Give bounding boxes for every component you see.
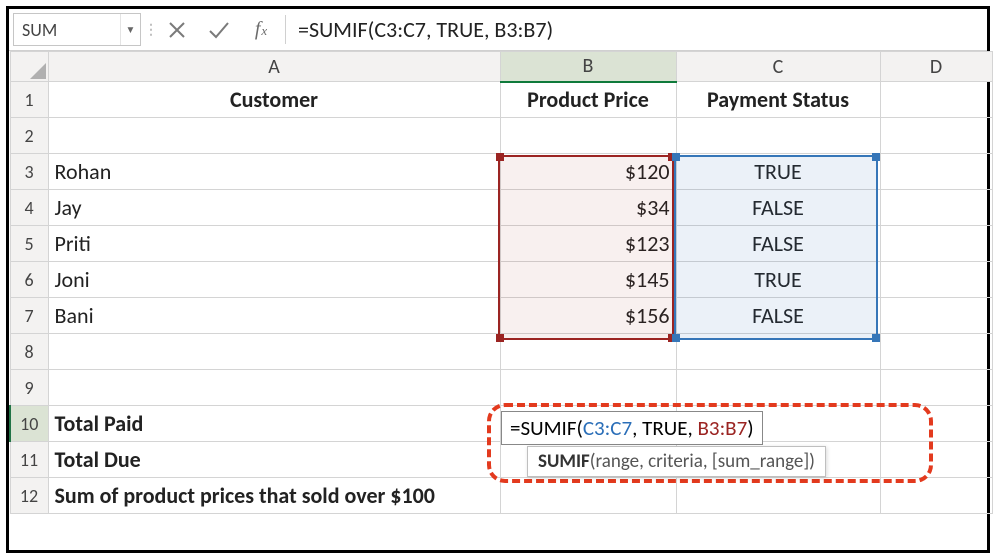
fx-icon[interactable]: fx [249,18,273,42]
cell[interactable]: $34 [500,190,676,226]
cell[interactable]: $145 [500,262,676,298]
formula-part: ) [747,415,753,441]
cell[interactable]: $123 [500,226,676,262]
name-box-value: SUM [14,19,120,41]
col-header-d[interactable]: D [880,52,992,82]
cell[interactable]: TRUE [676,154,880,190]
formula-bar-input[interactable]: =SUMIF(C3:C7, TRUE, B3:B7) [288,9,987,50]
row-header[interactable]: 1 [10,82,48,118]
cell[interactable]: FALSE [676,190,880,226]
col-header-a[interactable]: A [48,52,500,82]
cell[interactable] [676,118,880,154]
cell[interactable]: $120 [500,154,676,190]
cell[interactable]: FALSE [676,298,880,334]
name-box[interactable]: SUM ▼ [13,13,141,46]
col-header-c[interactable]: C [676,52,880,82]
formula-bar: SUM ▼ ⋮ fx =SUMIF(C3:C7, TRUE, B3:B7) [9,9,987,51]
row-header[interactable]: 7 [10,298,48,334]
enter-icon[interactable] [207,18,231,42]
cell[interactable] [48,370,500,406]
formula-part: =SUMIF( [510,415,583,441]
row-header[interactable]: 11 [10,442,48,478]
cell[interactable]: Rohan [48,154,500,190]
splitter-icon: ⋮ [143,9,159,50]
function-tooltip-name: SUMIF [538,450,590,473]
cell[interactable] [880,154,992,190]
cell[interactable] [500,334,676,370]
cell[interactable] [676,334,880,370]
cell[interactable] [880,298,992,334]
cell[interactable]: TRUE [676,262,880,298]
cell[interactable]: Total Paid [48,406,500,442]
cell[interactable]: Customer [48,82,500,118]
cell[interactable] [880,370,992,406]
row-header[interactable]: 2 [10,118,48,154]
function-tooltip-args: (range, criteria, [sum_range]) [590,450,815,473]
cell[interactable] [676,370,880,406]
name-box-dropdown-icon[interactable]: ▼ [120,14,140,45]
cell[interactable] [880,334,992,370]
formula-bar-text: =SUMIF(C3:C7, TRUE, B3:B7) [298,16,553,43]
cell[interactable] [48,118,500,154]
formula-part-ref-red: B3:B7 [698,415,748,441]
function-tooltip: SUMIF(range, criteria, [sum_range]) [527,446,826,477]
cell[interactable]: Priti [48,226,500,262]
cell[interactable]: Total Due [48,442,500,478]
formula-part: , TRUE, [632,415,697,441]
separator [285,15,286,44]
cancel-icon[interactable] [165,18,189,42]
row-header[interactable]: 4 [10,190,48,226]
row-header[interactable]: 5 [10,226,48,262]
cell[interactable] [880,226,992,262]
row-header[interactable]: 9 [10,370,48,406]
cell[interactable] [48,334,500,370]
cell[interactable] [500,370,676,406]
col-header-b[interactable]: B [500,52,676,82]
cell[interactable]: Payment Status [676,82,880,118]
cell[interactable] [880,118,992,154]
select-all-corner[interactable] [10,52,48,82]
in-cell-formula-editor[interactable]: =SUMIF(C3:C7, TRUE, B3:B7) [501,411,763,445]
row-header[interactable]: 12 [10,478,48,514]
row-header[interactable]: 10 [10,406,48,442]
cell[interactable]: $156 [500,298,676,334]
cell[interactable]: Joni [48,262,500,298]
row-header[interactable]: 8 [10,334,48,370]
cell[interactable]: Bani [48,298,500,334]
formula-part-ref-blue: C3:C7 [583,415,632,441]
row-header[interactable]: 6 [10,262,48,298]
cell[interactable] [500,118,676,154]
cell[interactable]: Product Price [500,82,676,118]
spreadsheet-grid: A B C D 1 Customer Product Price Payment… [9,51,987,514]
cell[interactable] [880,82,992,118]
cell[interactable]: Sum of product prices that sold over $10… [48,478,500,514]
cell[interactable]: FALSE [676,226,880,262]
row-header[interactable]: 3 [10,154,48,190]
cell[interactable]: Jay [48,190,500,226]
formula-bar-buttons: fx [159,9,283,50]
cell[interactable] [880,190,992,226]
cell[interactable] [880,262,992,298]
